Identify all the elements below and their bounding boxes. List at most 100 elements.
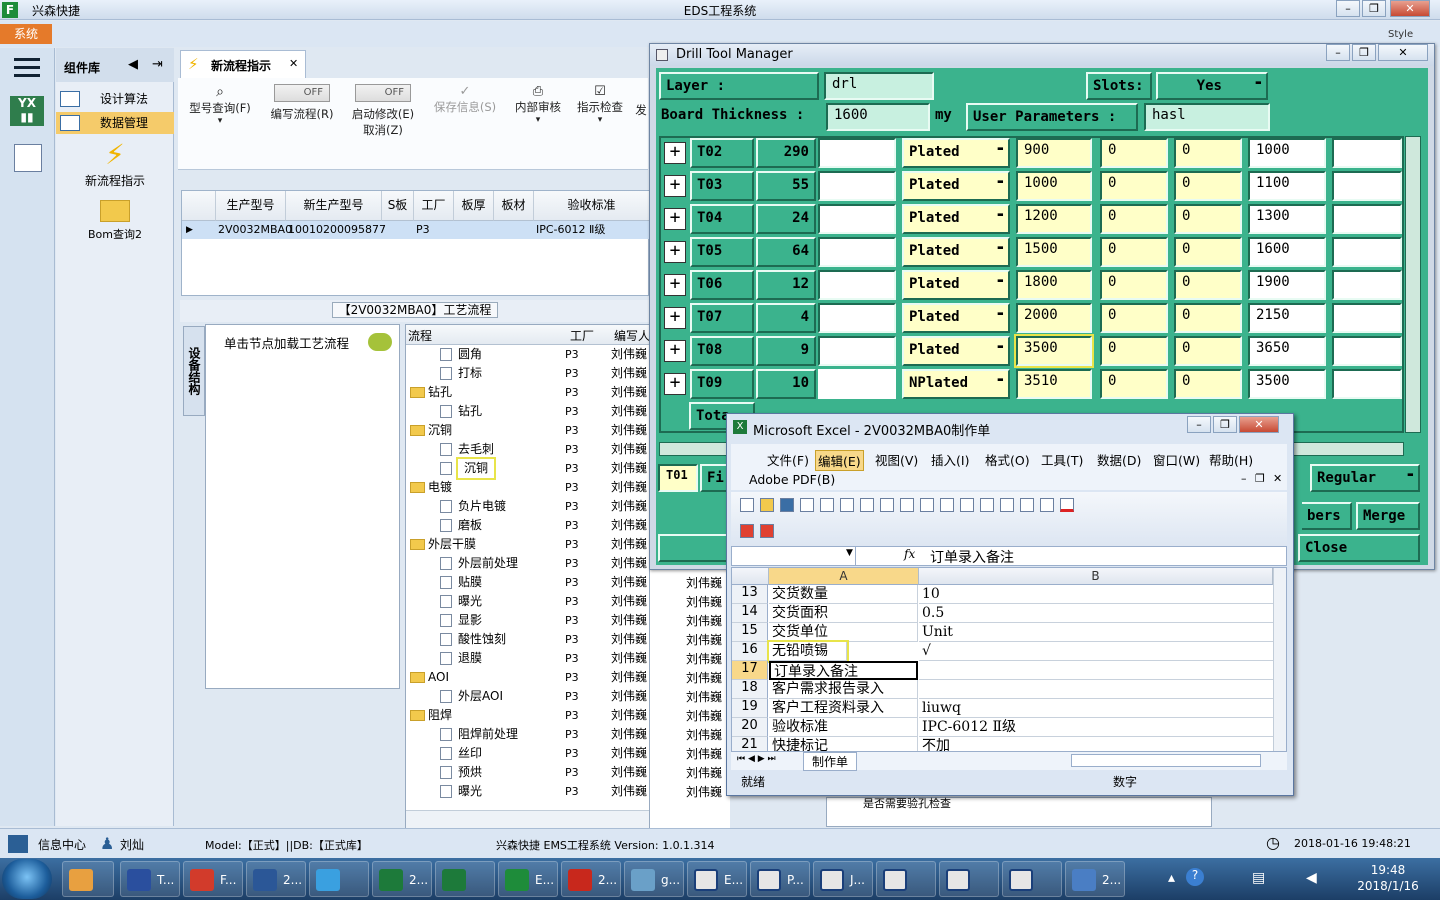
restore-button[interactable]: ❐ bbox=[1362, 0, 1386, 17]
grid-header[interactable]: 新生产型号 bbox=[286, 191, 382, 221]
tree-leaf-node[interactable]: 丝印 P3 刘伟巍 bbox=[406, 744, 649, 763]
preview-icon[interactable] bbox=[840, 498, 854, 512]
enable-edit-toggle[interactable]: OFF 启动修改(E) 取消(Z) bbox=[344, 84, 422, 138]
tolerance-plus-input[interactable]: 0 bbox=[1100, 303, 1168, 333]
menu-view[interactable]: 视图(V) bbox=[875, 450, 918, 469]
menu-format[interactable]: 格式(O) bbox=[985, 450, 1030, 469]
taskbar-item[interactable]: g... bbox=[624, 861, 684, 897]
tolerance-minus-input[interactable]: 0 bbox=[1174, 336, 1242, 366]
tree-leaf-node[interactable]: 预烘 P3 刘伟巍 bbox=[406, 763, 649, 782]
drill-size-input[interactable]: 2150 bbox=[1248, 303, 1326, 333]
tool-diameter-input[interactable] bbox=[818, 171, 896, 201]
formula-input[interactable]: 订单录入备注 bbox=[930, 547, 1014, 567]
tolerance-minus-input[interactable]: 0 bbox=[1174, 237, 1242, 267]
taskbar-item[interactable] bbox=[876, 861, 936, 897]
plating-dropdown[interactable]: Plated ▬ bbox=[902, 204, 1010, 234]
row-number[interactable]: 17 bbox=[732, 661, 768, 680]
more-button[interactable]: 发 bbox=[634, 102, 648, 118]
tree-leaf-node[interactable]: 阻焊前处理 P3 刘伟巍 bbox=[406, 725, 649, 744]
menu-help[interactable]: 帮助(H) bbox=[1209, 450, 1253, 469]
collapse-arrow-icon[interactable]: ◀ bbox=[128, 57, 138, 72]
tool-diameter-input[interactable] bbox=[818, 336, 896, 366]
cell-a[interactable]: 无铅喷锡 bbox=[767, 640, 849, 663]
help-icon[interactable]: ? bbox=[1186, 868, 1204, 886]
system-menu[interactable]: 系统 bbox=[0, 24, 52, 44]
taskbar-item[interactable]: J... bbox=[813, 861, 873, 897]
row-number[interactable]: 18 bbox=[732, 680, 768, 699]
cell-b[interactable]: √ bbox=[919, 642, 1273, 661]
tile-new-process[interactable]: ⚡ 新流程指示 bbox=[56, 138, 174, 188]
sheet-nav-icon[interactable]: ⏮ ◀ ▶ ⏭ bbox=[737, 754, 776, 764]
tab-new-process[interactable]: ⚡ 新流程指示 ✕ bbox=[180, 50, 306, 78]
tolerance-plus-input[interactable]: 0 bbox=[1100, 204, 1168, 234]
menu-window[interactable]: 窗口(W) bbox=[1153, 450, 1200, 469]
tool-diameter-input[interactable] bbox=[818, 303, 896, 333]
undo-icon[interactable] bbox=[980, 498, 994, 512]
cell-b[interactable]: IPC-6012 Ⅱ级 bbox=[919, 718, 1273, 737]
select-all-corner[interactable] bbox=[732, 568, 769, 585]
row-number[interactable]: 14 bbox=[732, 604, 768, 623]
font-color-icon[interactable] bbox=[1060, 498, 1074, 512]
taskbar-pinned-shell[interactable] bbox=[62, 861, 114, 897]
sheet-row[interactable]: 18 客户需求报告录入 bbox=[732, 680, 1286, 699]
yx-logo-icon[interactable]: YX ▮▮ bbox=[10, 96, 44, 126]
extra-param-input[interactable] bbox=[1332, 237, 1402, 267]
tree-folder-node[interactable]: 电镀 P3 刘伟巍 bbox=[406, 478, 649, 497]
sort-icon[interactable] bbox=[1040, 498, 1054, 512]
expand-tool-button[interactable]: + bbox=[664, 274, 686, 296]
drill-close-x-button[interactable]: ✕ bbox=[1378, 44, 1428, 61]
numbers-dropdown[interactable]: bers bbox=[1302, 502, 1352, 530]
taskbar-item[interactable]: E... bbox=[687, 861, 747, 897]
plating-dropdown[interactable]: Plated ▬ bbox=[902, 303, 1010, 333]
grid-header[interactable]: S板 bbox=[382, 191, 414, 221]
finished-size-input[interactable]: 2000 bbox=[1016, 303, 1092, 333]
drill-size-input[interactable]: 1100 bbox=[1248, 171, 1326, 201]
extra-param-input[interactable] bbox=[1332, 138, 1402, 168]
tray-expand-icon[interactable]: ▴ bbox=[1168, 870, 1175, 886]
tree-leaf-node[interactable]: 曝光 P3 刘伟巍 bbox=[406, 782, 649, 801]
cell-a[interactable]: 交货面积 bbox=[769, 604, 918, 623]
format-painter-icon[interactable] bbox=[960, 498, 974, 512]
drill-blank-button[interactable] bbox=[658, 534, 728, 562]
menu-adobe-pdf[interactable]: Adobe PDF(B) bbox=[749, 472, 835, 487]
tolerance-minus-input[interactable]: 0 bbox=[1174, 138, 1242, 168]
row-number[interactable]: 21 bbox=[732, 737, 768, 751]
finished-size-input[interactable]: 900 bbox=[1016, 138, 1092, 168]
finished-size-input[interactable]: 1500 bbox=[1016, 237, 1092, 267]
slots-dropdown[interactable]: Yes ▬ bbox=[1156, 72, 1268, 100]
nav-item-design-algorithm[interactable]: 设计算法 bbox=[56, 88, 174, 110]
windows-grid-icon[interactable] bbox=[8, 835, 28, 853]
sheet-row[interactable]: 13 交货数量 10 bbox=[732, 585, 1286, 604]
volume-icon[interactable]: ◀ bbox=[1306, 870, 1317, 886]
tile-bom-query[interactable]: Bom查询2 bbox=[56, 196, 174, 246]
cell-a[interactable]: 交货单位 bbox=[769, 623, 918, 642]
menu-tools[interactable]: 工具(T) bbox=[1041, 450, 1083, 469]
layer-input[interactable]: drl bbox=[824, 72, 934, 100]
taskbar-item[interactable] bbox=[309, 861, 369, 897]
user-params-input[interactable]: hasl bbox=[1144, 103, 1270, 131]
extra-param-input[interactable] bbox=[1332, 270, 1402, 300]
fx-icon[interactable]: fx bbox=[904, 547, 915, 561]
cell-a[interactable]: 交货数量 bbox=[769, 585, 918, 604]
tolerance-minus-input[interactable]: 0 bbox=[1174, 369, 1242, 399]
tree-leaf-node[interactable]: 负片电镀 P3 刘伟巍 bbox=[406, 497, 649, 516]
row-number[interactable]: 16 bbox=[732, 642, 768, 661]
tree-folder-node[interactable]: 钻孔 P3 刘伟巍 bbox=[406, 383, 649, 402]
taskbar-item[interactable]: F... bbox=[183, 861, 243, 897]
tree-folder-node[interactable]: 沉铜 P3 刘伟巍 bbox=[406, 421, 649, 440]
tool-diameter-input[interactable] bbox=[818, 138, 896, 168]
doc-min-icon[interactable]: – bbox=[1241, 472, 1247, 485]
cell-a[interactable]: 客户工程资料录入 bbox=[769, 699, 918, 718]
cell-b[interactable]: 10 bbox=[919, 585, 1273, 604]
plating-dropdown[interactable]: Plated ▬ bbox=[902, 270, 1010, 300]
tab-close-icon[interactable]: ✕ bbox=[289, 57, 298, 70]
expand-tool-button[interactable]: + bbox=[664, 340, 686, 362]
pin-icon[interactable]: ⇥ bbox=[152, 57, 163, 72]
extra-param-input[interactable] bbox=[1332, 369, 1402, 399]
tree-leaf-node[interactable]: 去毛刺 P3 刘伟巍 bbox=[406, 440, 649, 459]
extra-param-input[interactable] bbox=[1332, 336, 1402, 366]
tree-folder-node[interactable]: 阻焊 P3 刘伟巍 bbox=[406, 706, 649, 725]
paste-icon[interactable] bbox=[940, 498, 954, 512]
drill-size-input[interactable]: 1600 bbox=[1248, 237, 1326, 267]
tool-diameter-input[interactable] bbox=[818, 369, 896, 399]
